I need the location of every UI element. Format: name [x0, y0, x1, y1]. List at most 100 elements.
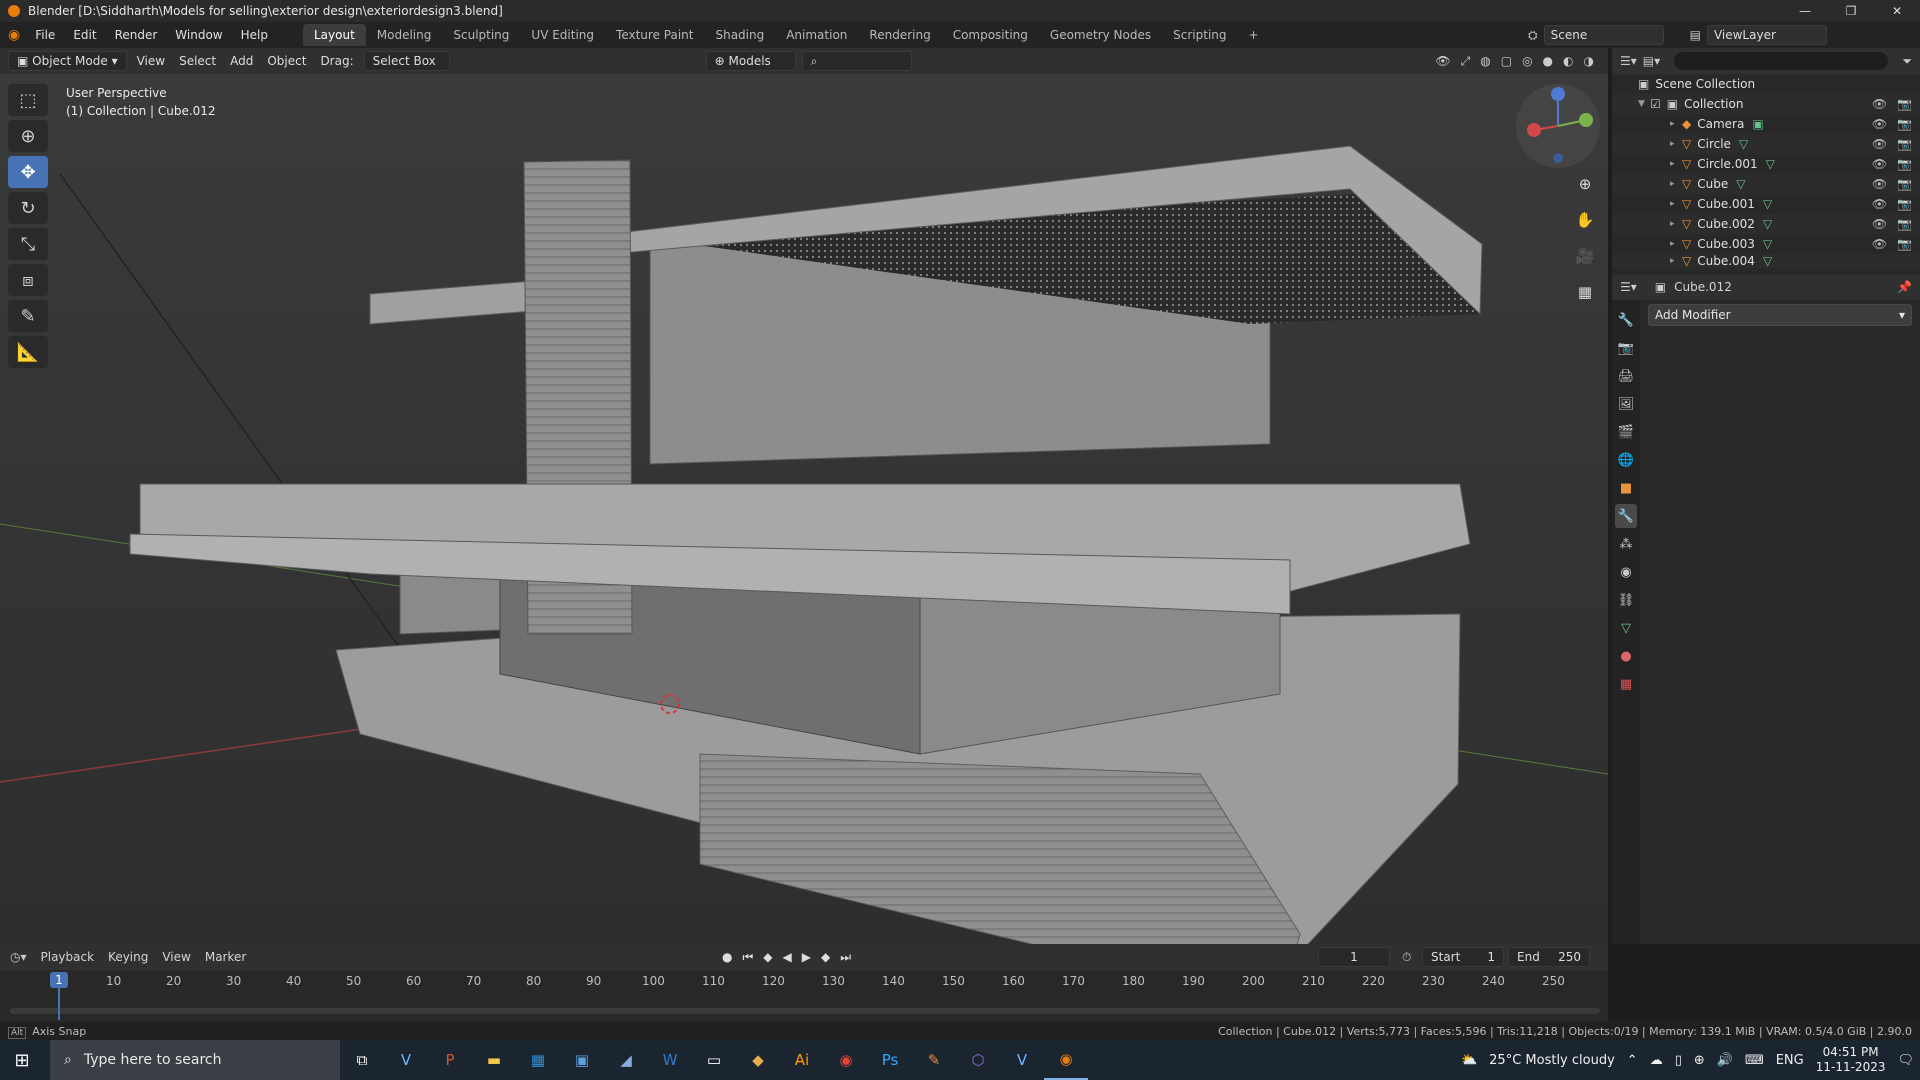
constraints-tab-icon[interactable]: ⛓ — [1615, 588, 1637, 612]
solid-shading-icon[interactable]: ● — [1543, 54, 1553, 69]
paint-app-icon[interactable]: ✎ — [912, 1040, 956, 1080]
photoshop-app-icon[interactable]: Ps — [868, 1040, 912, 1080]
menu-view[interactable]: View — [133, 54, 169, 68]
viber-app-icon[interactable]: ⬡ — [956, 1040, 1000, 1080]
tab-compositing[interactable]: Compositing — [942, 24, 1039, 46]
windows-start-icon[interactable]: ⊞ — [0, 1040, 44, 1080]
timeline-scrollbar[interactable] — [10, 1008, 1600, 1014]
output-tab-icon[interactable]: 🖨 — [1615, 364, 1637, 388]
outliner-search-input[interactable] — [1674, 52, 1889, 70]
menu-timeline-view[interactable]: View — [162, 950, 190, 964]
measure-tool-icon[interactable]: 📐 — [8, 336, 48, 368]
properties-editor-icon[interactable]: ☰▾ — [1620, 280, 1637, 294]
word-app-icon[interactable]: W — [648, 1040, 692, 1080]
tab-animation[interactable]: Animation — [775, 24, 858, 46]
expand-triangle-icon[interactable]: ▸ — [1670, 159, 1682, 169]
render-camera-icon[interactable]: 📷 — [1897, 177, 1912, 191]
tool-app-icon[interactable]: ◢ — [604, 1040, 648, 1080]
mesh-data-tab-icon[interactable]: ▽ — [1615, 616, 1637, 640]
expand-triangle-icon[interactable]: ▸ — [1670, 219, 1682, 229]
notification-icon[interactable]: 🗨 — [1897, 1053, 1914, 1068]
gizmo-toggle-icon[interactable]: ⤢ — [1461, 54, 1471, 69]
transform-orientation-selector[interactable]: ⊕ Models — [705, 51, 796, 71]
visibility-eye-icon[interactable]: 👁 — [1872, 97, 1887, 111]
menu-edit[interactable]: Edit — [64, 28, 105, 42]
visibility-eye-icon[interactable]: 👁 — [1872, 157, 1887, 171]
editor-type-icon[interactable]: ☰▾ — [1620, 54, 1637, 68]
playhead[interactable]: 1 — [50, 972, 68, 988]
outliner-item-cube-001[interactable]: ▸ ▽ Cube.001 ▽ 👁 📷 — [1612, 194, 1920, 214]
tab-layout[interactable]: Layout — [302, 24, 366, 46]
expand-triangle-icon[interactable]: ▸ — [1670, 256, 1682, 266]
expand-triangle-icon[interactable]: ▸ — [1670, 199, 1682, 209]
expand-triangle-icon[interactable]: ▼ — [1638, 99, 1650, 109]
vray-app-icon[interactable]: V — [1000, 1040, 1044, 1080]
jump-start-icon[interactable]: ⏮ — [742, 950, 753, 965]
menu-render[interactable]: Render — [106, 28, 167, 42]
particles-tab-icon[interactable]: ⁂ — [1615, 532, 1637, 556]
record-icon[interactable]: ● — [722, 950, 732, 965]
illustrator-app-icon[interactable]: Ai — [780, 1040, 824, 1080]
monitor-app-icon[interactable]: ▭ — [692, 1040, 736, 1080]
snap-search-field[interactable]: ⌕ — [801, 51, 912, 71]
material-shading-icon[interactable]: ◐ — [1563, 54, 1573, 69]
tab-texture-paint[interactable]: Texture Paint — [605, 24, 704, 46]
pin-icon[interactable]: 📌 — [1897, 280, 1912, 294]
clock[interactable]: 04:51 PM 11-11-2023 — [1816, 1045, 1886, 1075]
wireframe-shading-icon[interactable]: ◎ — [1522, 54, 1532, 69]
rendered-shading-icon[interactable]: ◑ — [1584, 54, 1594, 69]
vscode-app-icon[interactable]: V — [384, 1040, 428, 1080]
view-layer-selector[interactable]: ViewLayer — [1706, 25, 1827, 45]
taskbar-search-input[interactable]: ⌕ Type here to search — [50, 1040, 340, 1080]
scene-selector[interactable]: Scene — [1543, 25, 1664, 45]
prev-keyframe-icon[interactable]: ◆ — [763, 950, 772, 965]
timeline-editor-icon[interactable]: ◷▾ — [10, 950, 27, 964]
outliner-item-camera[interactable]: ▸ ◆ Camera ▣ 👁 📷 — [1612, 114, 1920, 134]
modifier-tab-icon[interactable]: 🔧 — [1615, 504, 1637, 528]
tab-rendering[interactable]: Rendering — [858, 24, 941, 46]
blender-menu-icon[interactable]: ◉ — [8, 27, 20, 43]
minimize-button[interactable]: — — [1782, 0, 1828, 22]
menu-object[interactable]: Object — [263, 54, 310, 68]
physics-tab-icon[interactable]: ◉ — [1615, 560, 1637, 584]
expand-triangle-icon[interactable]: ▸ — [1670, 179, 1682, 189]
tab-geometry-nodes[interactable]: Geometry Nodes — [1039, 24, 1162, 46]
jump-end-icon[interactable]: ⏭ — [840, 950, 851, 965]
weather-icon[interactable]: ⛅ — [1461, 1053, 1477, 1068]
rotate-tool-icon[interactable]: ↻ — [8, 192, 48, 224]
tab-uv-editing[interactable]: UV Editing — [520, 24, 605, 46]
play-reverse-icon[interactable]: ◀ — [783, 950, 792, 965]
render-camera-icon[interactable]: 📷 — [1897, 157, 1912, 171]
filter-icon[interactable]: ⏷ — [1902, 54, 1912, 69]
collection-checkbox-icon[interactable]: ☑ — [1650, 97, 1661, 111]
texture-tab-icon[interactable]: ▦ — [1615, 672, 1637, 696]
menu-marker[interactable]: Marker — [205, 950, 246, 964]
outliner-item-cube-004[interactable]: ▸ ▽ Cube.004 ▽ — [1612, 254, 1920, 268]
outlook-app-icon[interactable]: ▦ — [516, 1040, 560, 1080]
outliner-root-row[interactable]: ▣ Scene Collection — [1612, 74, 1920, 94]
scene-tab-icon[interactable]: 🎬 — [1615, 420, 1637, 444]
scale-tool-icon[interactable]: ⤡ — [8, 228, 48, 260]
render-camera-icon[interactable]: 📷 — [1897, 197, 1912, 211]
view-layer-tab-icon[interactable]: 🖼 — [1615, 392, 1637, 416]
add-workspace-button[interactable]: + — [1238, 24, 1270, 46]
render-tab-icon[interactable]: 📷 — [1615, 336, 1637, 360]
mode-selector[interactable]: ▣ Object Mode ▾ — [8, 51, 127, 71]
keyboard-icon[interactable]: ⌨ — [1745, 1053, 1764, 1068]
render-camera-icon[interactable]: 📷 — [1897, 137, 1912, 151]
timeline-ruler[interactable]: 10 20 30 40 50 60 70 80 90 100 110 120 1… — [0, 970, 1608, 1022]
render-camera-icon[interactable]: 📷 — [1897, 217, 1912, 231]
outliner-item-cube-002[interactable]: ▸ ▽ Cube.002 ▽ 👁 📷 — [1612, 214, 1920, 234]
xray-toggle-icon[interactable]: ▢ — [1501, 54, 1512, 69]
outliner-collection-row[interactable]: ▼ ☑ ▣ Collection 👁 📷 — [1612, 94, 1920, 114]
volume-icon[interactable]: 🔊 — [1717, 1053, 1733, 1068]
menu-file[interactable]: File — [26, 28, 64, 42]
tab-scripting[interactable]: Scripting — [1162, 24, 1237, 46]
menu-keying[interactable]: Keying — [108, 950, 148, 964]
overlay-toggle-icon[interactable]: ◍ — [1480, 54, 1490, 69]
globe-icon[interactable]: ⊕ — [1694, 1053, 1705, 1068]
play-icon[interactable]: ▶ — [802, 950, 811, 965]
render-camera-icon[interactable]: 📷 — [1897, 117, 1912, 131]
store-app-icon[interactable]: ▣ — [560, 1040, 604, 1080]
ortho-grid-icon[interactable]: ▦ — [1570, 278, 1600, 306]
